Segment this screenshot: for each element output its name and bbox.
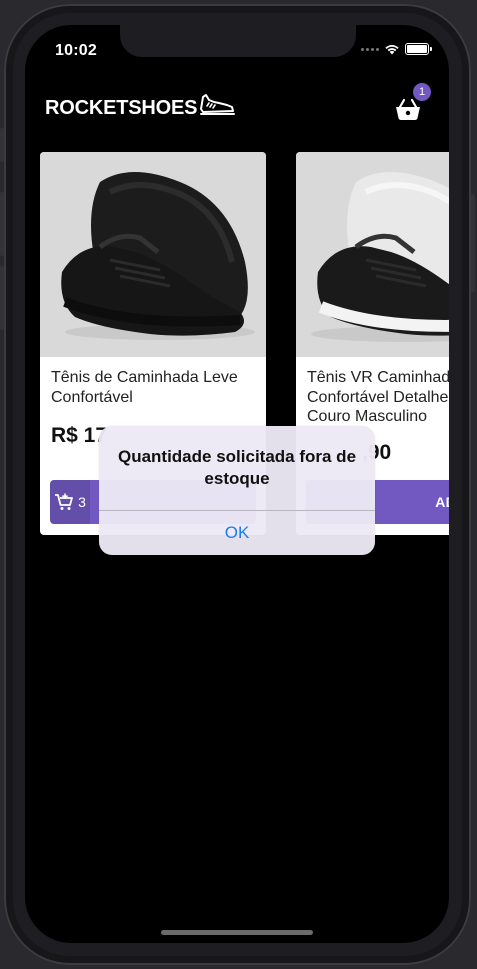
alert-dialog: Quantidade solicitada fora de estoque OK [99, 426, 375, 555]
volume-down-button [0, 266, 4, 330]
mute-switch [0, 128, 4, 162]
alert-message: Quantidade solicitada fora de estoque [117, 447, 357, 488]
alert-overlay: Quantidade solicitada fora de estoque OK [25, 25, 449, 943]
alert-ok-button[interactable]: OK [99, 511, 375, 555]
volume-up-button [0, 192, 4, 256]
power-button [471, 194, 475, 292]
app-screen: 10:02 ROCKETSHOES 1 Tênis de Caminhada L… [25, 25, 449, 943]
home-indicator[interactable] [161, 930, 313, 935]
